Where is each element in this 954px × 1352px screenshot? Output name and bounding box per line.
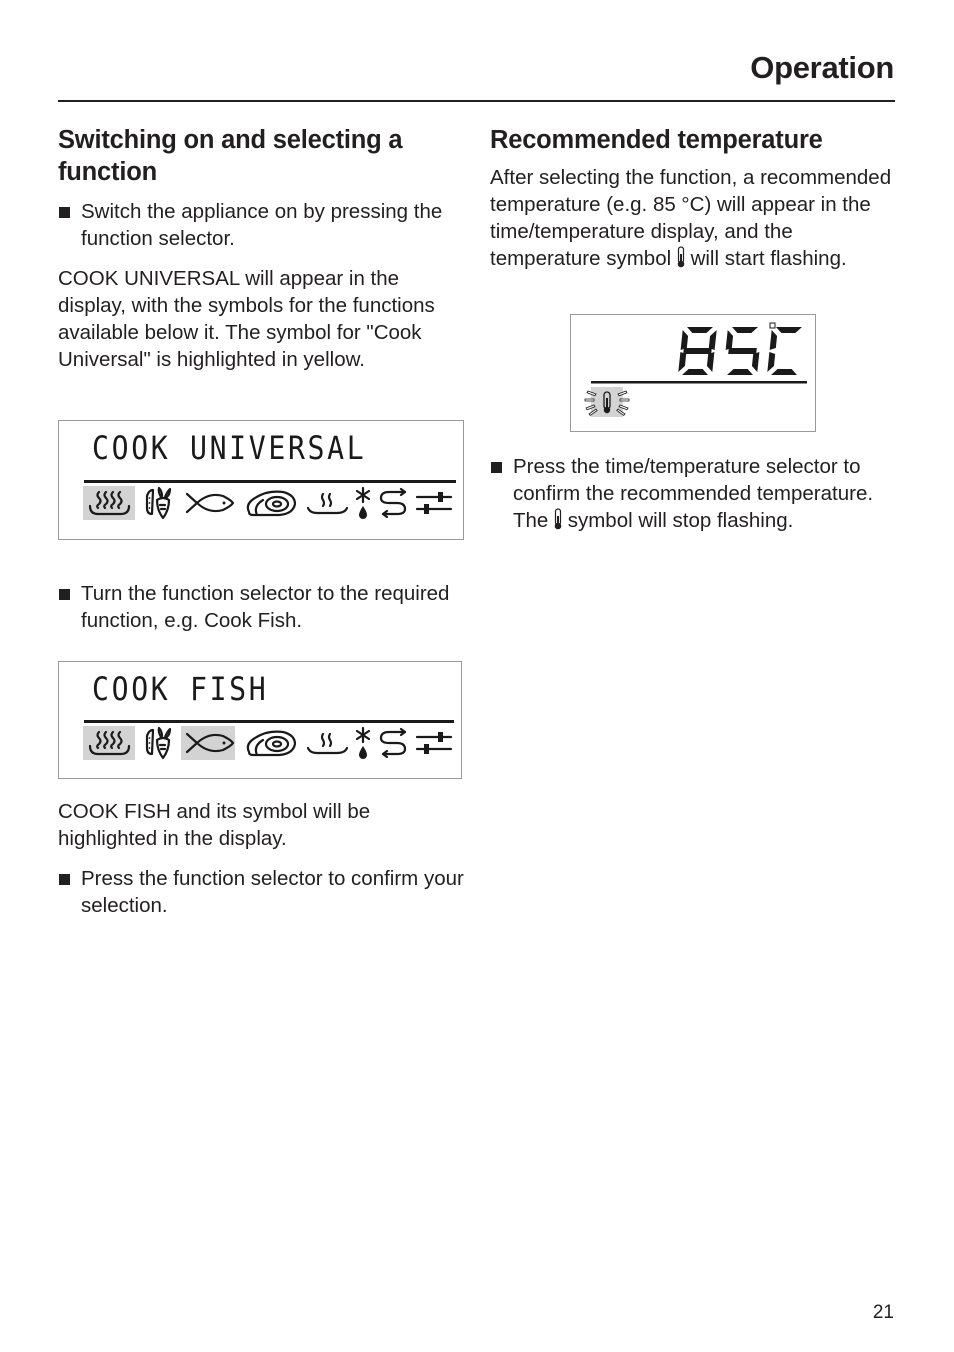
thermometer-icon — [677, 246, 685, 268]
lcd-segment — [727, 369, 753, 375]
meat-icon — [243, 726, 299, 760]
reheat-icon — [305, 726, 349, 760]
lcd-segment — [682, 369, 708, 375]
paragraph: After selecting the function, a recommen… — [490, 164, 900, 272]
lcd-temperature-display — [570, 314, 816, 432]
lcd-display-cook-fish: COOK FISH — [58, 661, 462, 779]
lcd-divider — [591, 381, 807, 384]
lcd-segment — [776, 327, 802, 333]
left-column-part3: COOK FISH and its symbol will be highlig… — [58, 798, 468, 919]
defrost-icon — [353, 726, 373, 760]
lcd-segment — [725, 330, 734, 350]
lcd-segment — [683, 348, 712, 354]
section-heading-recommended-temperature: Recommended temperature — [490, 126, 823, 154]
lcd-segment — [706, 352, 715, 372]
defrost-icon — [353, 486, 373, 520]
step-text: Press the function selector to confirm y… — [81, 867, 464, 917]
meat-icon — [243, 486, 299, 520]
section-heading-switching-on: Switching on and selecting a function — [58, 126, 403, 186]
steam-tray-icon — [83, 486, 135, 520]
lcd-segment — [767, 352, 776, 372]
paragraph: COOK FISH and its symbol will be highlig… — [58, 800, 371, 850]
fish-icon — [181, 486, 235, 520]
instruction-step: Press the function selector to confirm y… — [58, 865, 468, 919]
function-icon-row — [83, 486, 457, 520]
bullet-square-icon — [59, 589, 70, 600]
step-text: symbol will stop flashing. — [567, 509, 794, 532]
right-column-part2: Press the time/temperature selector to c… — [490, 453, 900, 534]
page-section-title: Operation — [750, 50, 894, 85]
flashing-thermometer-icon — [584, 387, 630, 417]
lcd-divider — [84, 480, 456, 483]
reheat-icon — [305, 486, 349, 520]
page-number: 21 — [872, 1302, 894, 1323]
instruction-step: Switch the appliance on by pressing the … — [58, 198, 468, 252]
lcd-segment — [680, 330, 689, 350]
menu-cooking-icon — [377, 486, 409, 520]
left-column-part2: Turn the function selector to the requir… — [58, 580, 468, 634]
temperature-readout — [584, 322, 807, 417]
bullet-square-icon — [59, 874, 70, 885]
settings-icon — [415, 726, 453, 760]
header-divider — [58, 100, 895, 102]
thermometer-icon — [554, 508, 562, 530]
lcd-segment — [732, 327, 758, 333]
vegetables-icon — [143, 486, 173, 520]
lcd-divider — [84, 720, 454, 723]
lcd-segment — [708, 330, 717, 350]
instruction-step: Press the time/temperature selector to c… — [490, 453, 900, 534]
lcd-text: COOK UNIVERSAL — [92, 429, 367, 467]
fish-icon — [181, 726, 235, 760]
bullet-square-icon — [59, 207, 70, 218]
instruction-step: Turn the function selector to the requir… — [58, 580, 468, 634]
vegetables-icon — [143, 726, 173, 760]
lcd-segment — [751, 352, 760, 372]
lcd-segment — [678, 352, 687, 372]
menu-cooking-icon — [377, 726, 409, 760]
left-column: Switching on and selecting a function Sw… — [58, 124, 468, 373]
lcd-display-cook-universal: COOK UNIVERSAL — [58, 420, 464, 540]
steam-tray-icon — [83, 726, 135, 760]
settings-icon — [415, 486, 453, 520]
paragraph: COOK UNIVERSAL will appear in the displa… — [58, 267, 435, 371]
function-icon-row — [83, 726, 457, 760]
lcd-segment — [687, 327, 713, 333]
lcd-text: COOK FISH — [92, 670, 269, 708]
lcd-segment — [771, 369, 797, 375]
paragraph-text: will start flashing. — [690, 247, 847, 270]
step-text: Switch the appliance on by pressing the … — [81, 200, 443, 250]
degree-symbol — [769, 322, 776, 329]
lcd-segment — [769, 330, 778, 350]
lcd-segment — [728, 348, 757, 354]
right-column: Recommended temperature After selecting … — [490, 124, 900, 272]
bullet-square-icon — [491, 462, 502, 473]
step-text: Turn the function selector to the requir… — [81, 582, 450, 632]
